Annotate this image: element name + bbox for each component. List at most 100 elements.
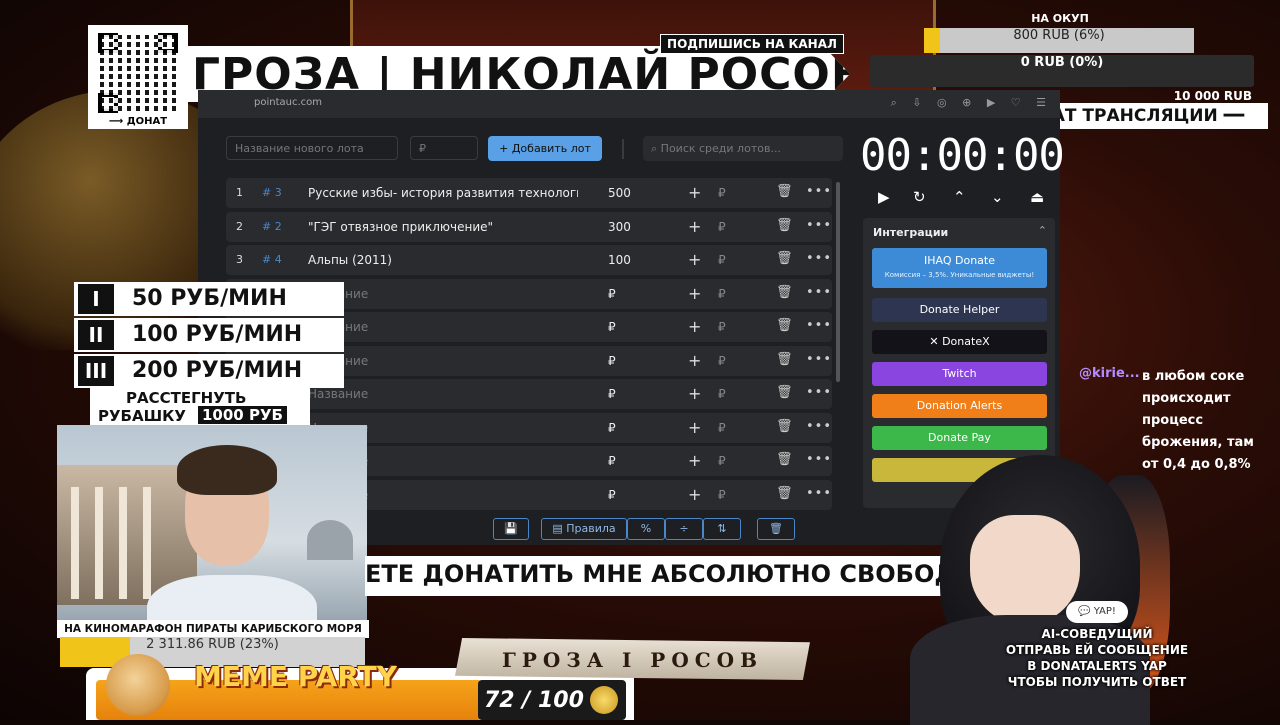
add-amount-icon[interactable]: + <box>688 250 701 269</box>
delete-icon[interactable]: 🗑 <box>776 184 793 199</box>
ruble-input[interactable]: ₽ <box>718 220 726 234</box>
lot-name[interactable]: Русские избы- история развития технологи <box>308 186 578 200</box>
more-options-icon[interactable]: ••• <box>806 285 832 300</box>
add-amount-icon[interactable]: + <box>688 384 701 403</box>
delete-icon[interactable]: 🗑 <box>776 285 793 300</box>
time-down-icon[interactable]: ⌄ <box>991 188 1004 206</box>
address-bar[interactable]: pointauc.com ⌕ ⇩ ◎ ⊕ ▶ ♡ ☰ <box>198 90 1060 118</box>
add-amount-icon[interactable]: + <box>688 284 701 303</box>
integration-button[interactable]: Donate Pay <box>872 426 1047 450</box>
yap-badge: 💬 YAP! <box>1066 601 1128 623</box>
chat-username[interactable]: @kirie... <box>1079 366 1140 381</box>
lot-name[interactable]: Альпы (2011) <box>308 253 578 267</box>
divide-button[interactable]: ÷ <box>665 518 703 540</box>
ruble-input[interactable]: ₽ <box>718 186 726 200</box>
lot-amount-placeholder[interactable]: ₽ <box>608 488 616 502</box>
ruble-input[interactable]: ₽ <box>718 421 726 435</box>
ai-line2: ОТПРАВЬ ЕЙ СООБЩЕНИЕ <box>1005 643 1189 657</box>
lot-amount[interactable]: 300 <box>608 220 631 234</box>
save-button[interactable]: 💾 <box>493 518 529 540</box>
lot-row[interactable]: 3 # 4 Альпы (2011) 100 + ₽ 🗑 ••• <box>226 245 832 275</box>
more-options-icon[interactable]: ••• <box>806 184 832 199</box>
lot-name-placeholder[interactable]: Название <box>308 320 578 334</box>
add-amount-icon[interactable]: + <box>688 451 701 470</box>
more-options-icon[interactable]: ••• <box>806 251 832 266</box>
delete-icon[interactable]: 🗑 <box>776 486 793 501</box>
ruble-input[interactable]: ₽ <box>718 287 726 301</box>
integration-button[interactable]: ✕ DonateX <box>872 330 1047 354</box>
more-options-icon[interactable]: ••• <box>806 318 832 333</box>
reset-icon[interactable]: ↻ <box>913 188 926 206</box>
url-text[interactable]: pointauc.com <box>254 97 322 108</box>
delete-icon[interactable]: 🗑 <box>776 352 793 367</box>
ai-line3: В DONATALERTS YAP <box>1027 659 1167 673</box>
lot-amount-placeholder[interactable]: ₽ <box>608 320 616 334</box>
more-options-icon[interactable]: ••• <box>806 419 832 434</box>
rules-button[interactable]: ▤ Правила <box>541 518 627 540</box>
more-options-icon[interactable]: ••• <box>806 352 832 367</box>
ruble-input[interactable]: ₽ <box>718 354 726 368</box>
lot-amount-placeholder[interactable]: ₽ <box>608 354 616 368</box>
tagline-text: ГРОЗА I РОСОВ <box>502 648 763 672</box>
lot-name[interactable]: "ГЭГ отвязное приключение" <box>308 220 578 234</box>
lot-row[interactable]: 2 # 2 "ГЭГ отвязное приключение" 300 + ₽ 🗑 ••• <box>226 211 832 242</box>
goal-target: 10 000 RUB <box>1173 89 1252 103</box>
integration-label: Donation Alerts <box>916 399 1003 412</box>
integration-button[interactable]: Twitch <box>872 362 1047 386</box>
ruble-input[interactable]: ₽ <box>718 454 726 468</box>
lot-amount-placeholder[interactable]: ₽ <box>608 421 616 435</box>
ruble-input[interactable]: ₽ <box>718 253 726 267</box>
ruble-input[interactable]: ₽ <box>718 387 726 401</box>
integration-button[interactable]: Donate Helper <box>872 298 1047 322</box>
clear-button[interactable]: 🗑 <box>757 518 795 540</box>
lot-row[interactable]: 1 # 3 Русские избы- история развития техно… <box>226 178 832 208</box>
lot-amount[interactable]: 100 <box>608 253 631 267</box>
add-lot-button[interactable]: + Добавить лот <box>488 136 602 161</box>
add-amount-icon[interactable]: + <box>688 418 701 437</box>
lot-name-placeholder[interactable]: Название <box>308 287 578 301</box>
integration-button[interactable]: Donation Alerts <box>872 394 1047 418</box>
sort-button[interactable]: ⇅ <box>703 518 741 540</box>
new-lot-price-input[interactable] <box>410 136 478 160</box>
browser-toolbar-icons[interactable]: ⌕ ⇩ ◎ ⊕ ▶ ♡ ☰ <box>891 96 1052 110</box>
lot-amount-placeholder[interactable]: ₽ <box>608 454 616 468</box>
integration-button[interactable]: IHAQ Donate Комиссия – 3,5%. Уникальные в… <box>872 248 1047 288</box>
rate-tier: I 50 РУБ/МИН <box>74 282 344 316</box>
more-options-icon[interactable]: ••• <box>806 486 832 501</box>
delete-icon[interactable]: 🗑 <box>776 385 793 400</box>
delete-icon[interactable]: 🗑 <box>776 251 793 266</box>
lot-amount-placeholder[interactable]: ₽ <box>608 287 616 301</box>
delete-icon[interactable]: 🗑 <box>776 419 793 434</box>
delete-icon[interactable]: 🗑 <box>776 452 793 467</box>
ai-line4: ЧТОБЫ ПОЛУЧИТЬ ОТВЕТ <box>1007 675 1187 689</box>
add-amount-icon[interactable]: + <box>688 317 701 336</box>
play-icon[interactable]: ▶ <box>878 188 890 206</box>
doge-icon <box>106 654 170 716</box>
delete-icon[interactable]: 🗑 <box>776 218 793 233</box>
add-amount-icon[interactable]: + <box>688 183 701 202</box>
search-lots-input[interactable]: ⌕ Поиск среди лотов... <box>643 136 843 161</box>
percent-button[interactable]: % <box>627 518 665 540</box>
add-amount-icon[interactable]: + <box>688 485 701 504</box>
time-up-icon[interactable]: ⌃ <box>953 188 966 206</box>
collapse-chevron-icon[interactable]: ⌃ <box>1038 224 1047 237</box>
more-options-icon[interactable]: ••• <box>806 385 832 400</box>
new-lot-name-input[interactable] <box>226 136 398 160</box>
add-amount-icon[interactable]: + <box>688 351 701 370</box>
add-amount-icon[interactable]: + <box>688 217 701 236</box>
ruble-input[interactable]: ₽ <box>718 488 726 502</box>
time-top-icon[interactable]: ⏏ <box>1030 188 1044 206</box>
lot-amount-placeholder[interactable]: ₽ <box>608 387 616 401</box>
integrations-title: Интеграции <box>873 226 949 239</box>
integration-label: Twitch <box>942 367 977 380</box>
ai-line1: AI-СОВЕДУЩИЙ <box>1041 627 1153 641</box>
delete-icon[interactable]: 🗑 <box>776 318 793 333</box>
more-options-icon[interactable]: ••• <box>806 218 832 233</box>
ruble-input[interactable]: ₽ <box>718 320 726 334</box>
lot-list-scrollbar[interactable] <box>836 182 840 382</box>
lot-name-placeholder[interactable]: Название <box>308 387 578 401</box>
lot-id: # 2 <box>262 219 282 233</box>
more-options-icon[interactable]: ••• <box>806 452 832 467</box>
lot-amount[interactable]: 500 <box>608 186 631 200</box>
lot-name-placeholder[interactable]: Название <box>308 354 578 368</box>
